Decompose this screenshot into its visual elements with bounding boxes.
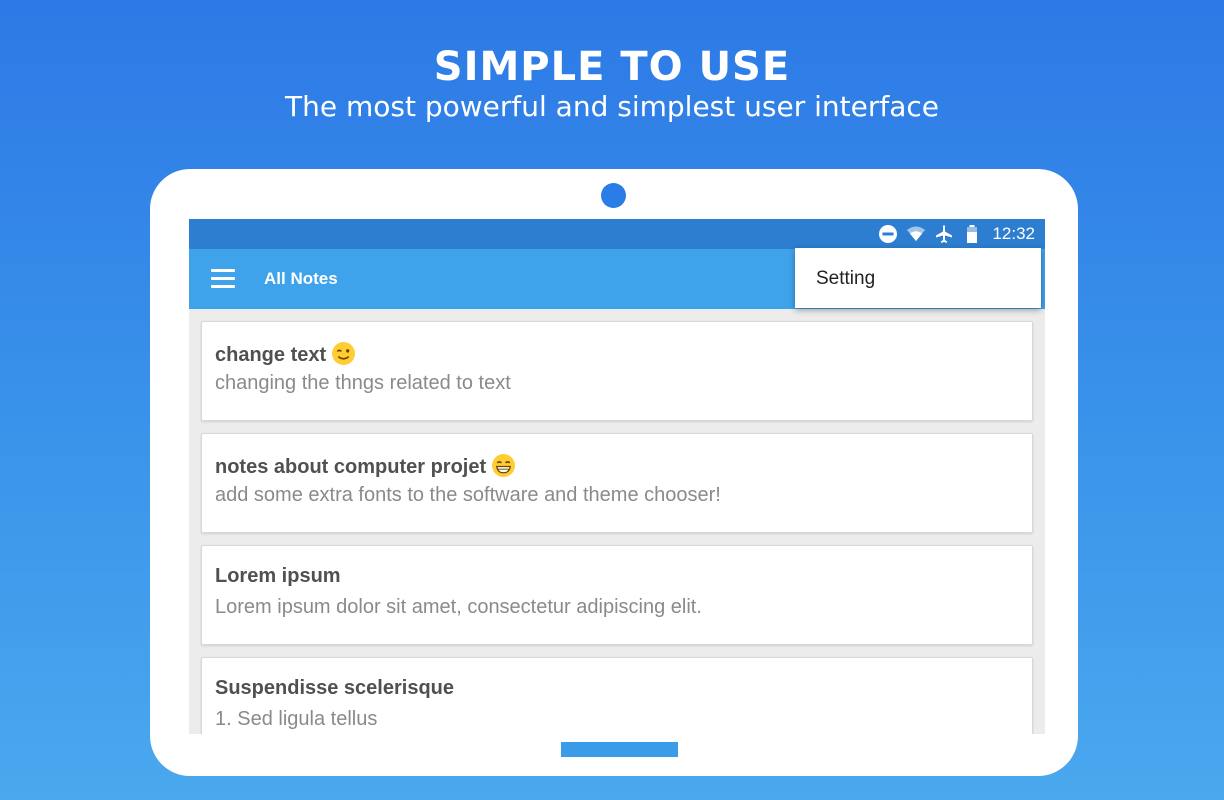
subheadline: The most powerful and simplest user inte… <box>285 90 939 123</box>
app-title: All Notes <box>264 269 338 288</box>
battery-icon <box>967 225 978 243</box>
hamburger-menu-icon[interactable] <box>211 269 235 289</box>
status-bar: 12:32 <box>189 219 1045 249</box>
note-body: 1. Sed ligula tellus <box>215 708 378 730</box>
status-icons: 12:32 <box>878 223 1035 245</box>
note-title: change text <box>215 341 356 367</box>
note-title-text: notes about computer projet <box>215 456 487 478</box>
status-time: 12:32 <box>992 224 1035 243</box>
headline: SIMPLE TO USE <box>433 44 791 90</box>
note-list: change text changing the thngs related t… <box>201 321 1033 734</box>
note-body: add some extra fonts to the software and… <box>215 484 721 506</box>
grinning-face-emoji-icon <box>492 454 516 477</box>
note-card[interactable]: Suspendisse scelerisque 1. Sed ligula te… <box>201 657 1033 734</box>
note-title-text: change text <box>215 344 327 366</box>
note-body: Lorem ipsum dolor sit amet, consectetur … <box>215 596 702 618</box>
app-screen: 12:32 All Notes Setting change text chan… <box>189 219 1045 734</box>
note-title: Suspendisse scelerisque <box>215 677 455 699</box>
note-card[interactable]: change text changing the thngs related t… <box>201 321 1033 421</box>
wifi-icon <box>907 226 926 241</box>
home-button[interactable] <box>561 742 678 757</box>
winking-face-emoji-icon <box>332 342 356 365</box>
note-title: Lorem ipsum <box>215 565 341 587</box>
note-card[interactable]: notes about computer projet add some ext… <box>201 433 1033 533</box>
note-card[interactable]: Lorem ipsum Lorem ipsum dolor sit amet, … <box>201 545 1033 645</box>
note-title: notes about computer projet <box>215 453 516 479</box>
overflow-menu: Setting <box>795 248 1041 308</box>
camera-icon <box>601 183 626 208</box>
airplane-mode-icon <box>936 225 953 243</box>
note-body: changing the thngs related to text <box>215 372 511 394</box>
menu-item-setting[interactable]: Setting <box>816 268 875 290</box>
do-not-disturb-icon <box>879 225 898 243</box>
